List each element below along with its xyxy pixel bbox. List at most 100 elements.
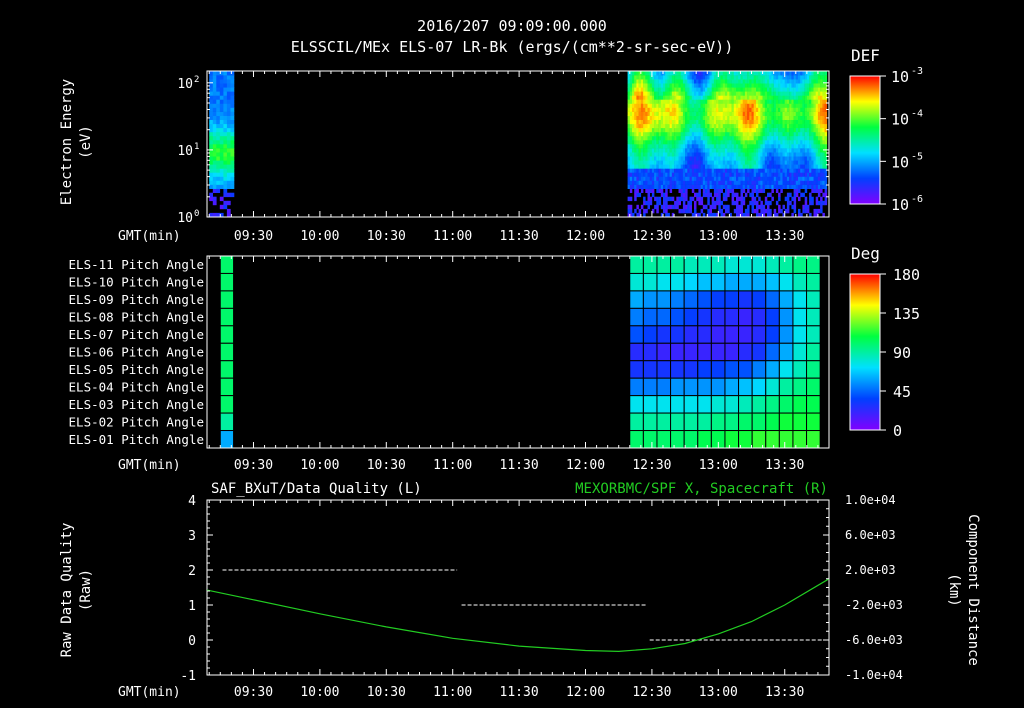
spectrogram-cell [793,188,797,193]
spectrogram-cell [795,103,799,108]
spectrogram-cell [709,152,712,157]
spectrogram-cell [691,135,695,141]
spectrogram-cell [711,123,715,129]
spectrogram-cell [804,115,808,120]
spectrogram-cell [791,115,794,120]
spectrogram-cell [780,152,783,157]
spectrogram-cell [729,103,732,108]
pitch-angle-cell [738,377,753,397]
spectrogram-cell [709,208,712,214]
spectrogram-cell [725,160,728,165]
spectrogram-cell [705,83,708,88]
spectrogram-cell [678,184,681,189]
spectrogram-cell [671,95,675,100]
spectrogram-cell [651,180,655,185]
spectrogram-x-tick-label: 12:30 [632,229,671,244]
spectrogram-cell [636,204,639,210]
spectrogram-cell [822,99,825,104]
spectrogram-cell [789,192,792,198]
spectrogram-cell [767,135,770,141]
spectrogram-cell [775,188,779,193]
spectrogram-cell [720,119,723,125]
spectrogram-cell [665,164,668,169]
spectrogram-cell [711,83,715,88]
spectrogram-cell [645,131,648,137]
spectrogram-cell [747,144,750,149]
pitch-angle-cell [642,307,658,327]
spectrogram-cell [718,107,721,112]
spectrogram-cell [223,135,228,141]
pitch-angle-cell [751,255,767,274]
spectrogram-cell [696,107,699,112]
spectrogram-cell [711,127,715,133]
spectrogram-cell [698,172,701,177]
spectrogram-cell [660,119,664,125]
pitch-angle-cell [765,377,780,397]
pitch-angle-cell [806,272,821,292]
spectrogram-cell [769,131,772,137]
spectrogram-cell [731,115,735,120]
spectrogram-cell [798,83,801,88]
spectrogram-cell [725,188,728,193]
spectrogram-cell [645,135,648,141]
spectrogram-cell [804,204,808,210]
spectrogram-cell [800,111,803,116]
spectrogram-cell [804,139,808,145]
spectrogram-cell [782,204,785,210]
spectrogram-cell [747,172,750,177]
spectrogram-cell [824,75,828,80]
spectrogram-cell [786,139,790,145]
spectrogram-cell [705,139,708,145]
spectrogram-cell [636,164,639,169]
spectrogram-cell [669,160,673,165]
pitch-angle-cell [697,290,712,309]
spectrogram-cell [694,160,697,165]
spectrogram-cell [671,99,675,104]
spectrogram-cell [663,131,666,137]
spectrogram-cell [223,119,228,125]
spectrogram-cell [660,115,664,120]
spectrogram-cell [718,115,721,120]
spectrogram-cell [720,200,723,206]
spectrogram-cell [716,111,719,116]
spectrogram-cell [669,184,673,189]
spectrogram-cell [782,79,785,84]
spectrogram-cell [740,152,743,157]
spectrogram-cell [680,83,684,88]
spectrogram-cell [733,192,737,198]
spectrogram-cell [636,95,639,100]
spectrogram-cell [775,123,779,129]
spectrogram-cell [226,152,231,157]
spectrogram-cell [758,152,761,157]
spectrogram-cell [669,152,673,157]
spectrogram-cell [771,111,774,116]
spectrogram-cell [820,123,823,129]
spectrogram-cell [705,164,708,169]
spectrogram-cell [771,99,774,104]
spectrogram-cell [778,95,781,100]
spectrogram-cell [658,156,662,161]
spectrogram-cell [780,148,783,153]
spectrogram-cell [689,208,692,214]
spectrogram-cell [669,144,673,149]
def-colorbar-tick-base: 10 [891,68,909,86]
spectrogram-cell [632,180,635,185]
spectrogram-cell [771,83,774,88]
spectrogram-cell [751,152,754,157]
pitch-angle-cell [724,395,740,414]
spectrogram-cell [756,87,759,92]
spectrogram-cell [756,79,759,84]
spectrogram-cell [663,103,666,108]
spectrogram-cell [658,103,662,108]
spectrogram-cell [223,152,228,157]
spectrogram-cell [645,148,648,153]
spectrogram-cell [731,91,735,96]
spectrogram-cell [815,148,819,153]
spectrogram-cell [230,79,235,84]
spectrogram-cell [773,160,777,165]
spectrogram-cell [751,196,754,202]
spectrogram-cell [764,168,768,173]
spectrogram-cell [740,107,743,112]
spectrogram-cell [226,200,231,206]
spectrogram-cell [691,99,695,104]
